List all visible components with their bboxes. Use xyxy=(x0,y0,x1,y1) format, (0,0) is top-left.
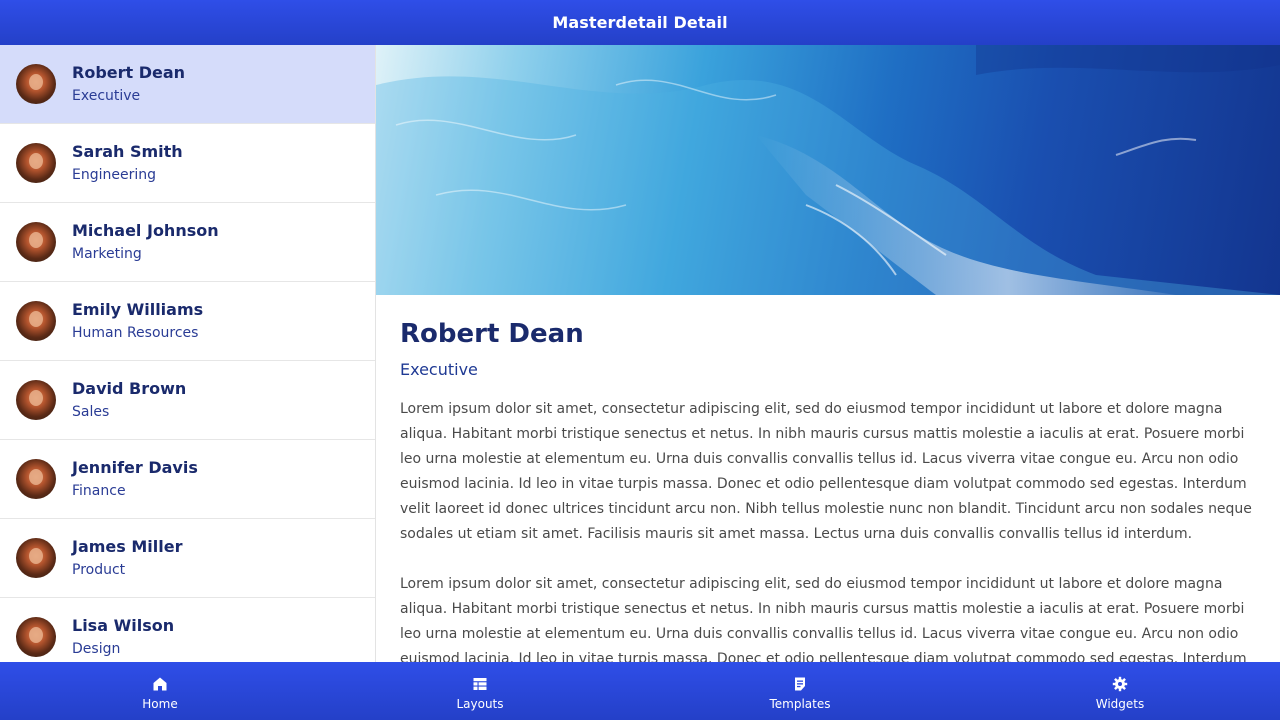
nav-layouts[interactable]: Layouts xyxy=(320,662,640,720)
avatar xyxy=(16,301,56,341)
avatar xyxy=(16,459,56,499)
avatar xyxy=(16,143,56,183)
avatar xyxy=(16,222,56,262)
list-item-name: Robert Dean xyxy=(72,63,186,82)
list-item-department: Marketing xyxy=(72,246,142,262)
hero-image xyxy=(376,45,1280,295)
list-item[interactable]: Lisa Wilson Design xyxy=(0,598,375,662)
nav-widgets-label: Widgets xyxy=(1095,696,1145,711)
list-item-department: Design xyxy=(72,641,121,657)
list-item[interactable]: Jennifer Davis Finance xyxy=(0,440,375,519)
list-item-name: Michael Johnson xyxy=(72,221,219,240)
list-item-department: Human Resources xyxy=(72,325,199,341)
avatar xyxy=(16,617,56,657)
nav-layouts-label: Layouts xyxy=(456,696,504,711)
list-item-name: David Brown xyxy=(72,379,187,398)
master-list[interactable]: Robert Dean Executive Sarah Smith Engine… xyxy=(0,45,376,662)
list-item-department: Product xyxy=(72,562,126,578)
gear-icon xyxy=(1112,676,1128,691)
list-item-name: Jennifer Davis xyxy=(72,458,198,477)
ocean-wave-image xyxy=(376,45,1280,295)
list-item[interactable]: Sarah Smith Engineering xyxy=(0,124,375,203)
nav-templates-label: Templates xyxy=(769,696,831,711)
home-icon xyxy=(153,677,167,690)
nav-widgets[interactable]: Widgets xyxy=(960,662,1280,720)
avatar xyxy=(16,380,56,420)
list-item-name: Sarah Smith xyxy=(72,142,183,161)
list-item-name: Lisa Wilson xyxy=(72,616,175,635)
avatar xyxy=(16,64,56,104)
nav-templates[interactable]: Templates xyxy=(640,662,960,720)
detail-subtitle: Executive xyxy=(400,360,478,379)
list-item-department: Executive xyxy=(72,88,141,104)
list-item-department: Engineering xyxy=(72,167,156,183)
list-item-name: James Miller xyxy=(72,537,183,556)
detail-paragraph: Lorem ipsum dolor sit amet, consectetur … xyxy=(400,401,1252,542)
nav-home-label: Home xyxy=(142,696,178,711)
detail-pane[interactable]: Robert Dean Executive Lorem ipsum dolor … xyxy=(376,45,1280,662)
app-bar: Masterdetail Detail xyxy=(0,0,1280,45)
nav-home[interactable]: Home xyxy=(0,662,320,720)
list-item[interactable]: James Miller Product xyxy=(0,519,375,598)
detail-title: Robert Dean xyxy=(400,319,584,349)
list-item[interactable]: Robert Dean Executive xyxy=(0,45,375,124)
list-item-name: Emily Williams xyxy=(72,300,204,319)
list-item[interactable]: David Brown Sales xyxy=(0,361,375,440)
app-title: Masterdetail Detail xyxy=(552,13,728,32)
list-item[interactable]: Emily Williams Human Resources xyxy=(0,282,375,361)
table-icon xyxy=(473,677,487,690)
detail-paragraph: Lorem ipsum dolor sit amet, consectetur … xyxy=(400,576,1247,662)
list-item-department: Sales xyxy=(72,404,110,420)
document-icon xyxy=(795,677,805,690)
list-item[interactable]: Michael Johnson Marketing xyxy=(0,203,375,282)
bottom-navigation: Home Layouts Templates Widgets xyxy=(0,662,1280,720)
avatar xyxy=(16,538,56,578)
list-item-department: Finance xyxy=(72,483,126,499)
